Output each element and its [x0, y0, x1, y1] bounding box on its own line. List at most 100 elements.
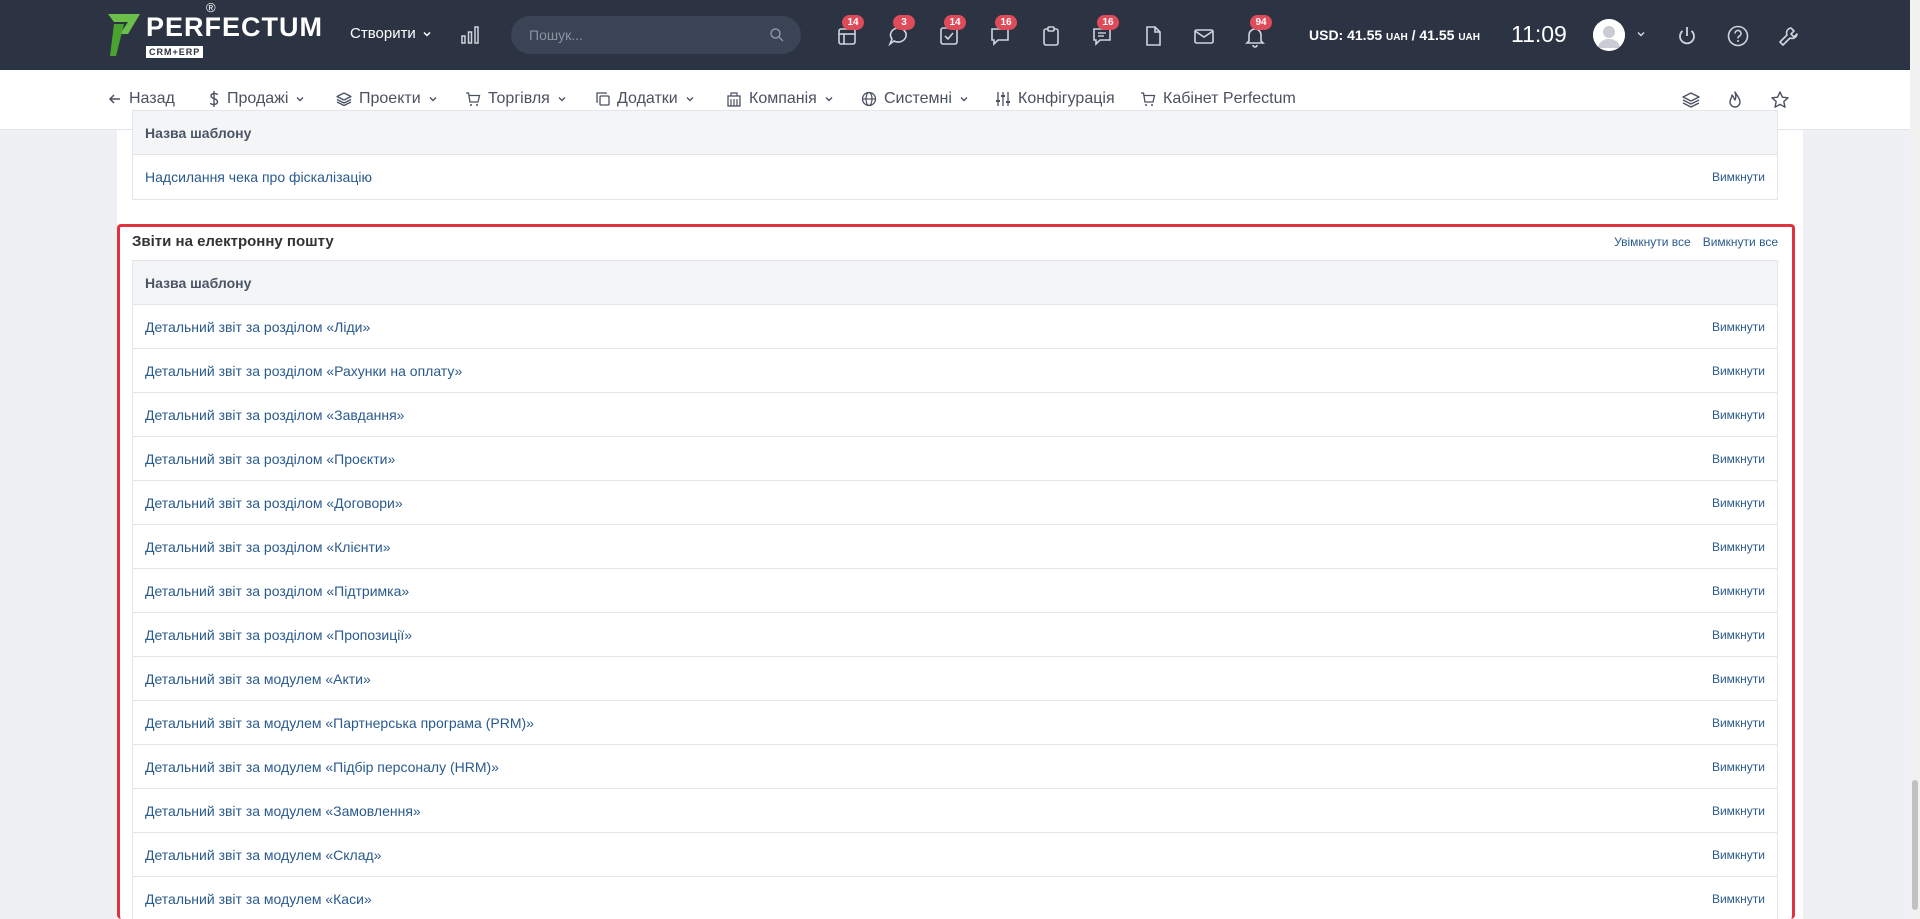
table-row: Детальний звіт за модулем «Каси» Вимкнути [133, 877, 1777, 919]
table-row: Детальний звіт за модулем «Замовлення» Ви… [133, 789, 1777, 833]
disable-link[interactable]: Вимкнути [1712, 760, 1765, 774]
star-icon[interactable] [1770, 90, 1790, 110]
messages-badge: 16 [995, 15, 1017, 30]
arrow-left-icon [108, 94, 120, 104]
table-row: Детальний звіт за розділом «Договори» Вим… [133, 481, 1777, 525]
disable-link[interactable]: Вимкнути [1712, 364, 1765, 378]
disable-link[interactable]: Вимкнути [1712, 170, 1765, 184]
disable-all-link[interactable]: Вимкнути все [1703, 235, 1778, 249]
nav-cabinet[interactable]: Кабінет Perfectum [1140, 90, 1296, 108]
power-icon[interactable] [1675, 24, 1699, 48]
table-row: Надсилання чека про фіскалізацію Вимкнут… [133, 155, 1777, 199]
enable-all-link[interactable]: Увімкнути все [1614, 235, 1691, 249]
messages-icon[interactable]: 16 [988, 15, 1017, 48]
clipboard-icon[interactable] [1039, 24, 1063, 48]
currency-uah-2: UAH [1458, 32, 1480, 43]
disable-link[interactable]: Вимкнути [1712, 584, 1765, 598]
chevron-down-icon[interactable] [1635, 28, 1647, 40]
chevron-down-icon [558, 97, 566, 102]
disable-link[interactable]: Вимкнути [1712, 804, 1765, 818]
nav-company[interactable]: Компанія [726, 90, 834, 108]
nav-trade[interactable]: Торгівля [465, 90, 567, 108]
section-actions: Увімкнути все Вимкнути все [1614, 235, 1778, 249]
nav-projects-label: Проекти [359, 90, 421, 107]
chevron-down-icon [429, 97, 437, 102]
disable-link[interactable]: Вимкнути [1712, 892, 1765, 906]
table-row: Детальний звіт за розділом «Клієнти» Вимк… [133, 525, 1777, 569]
scrollbar-thumb[interactable] [1912, 780, 1918, 910]
disable-link[interactable]: Вимкнути [1712, 496, 1765, 510]
disable-link[interactable]: Вимкнути [1712, 672, 1765, 686]
bell-icon[interactable]: 94 [1243, 15, 1272, 48]
template-name-link[interactable]: Детальний звіт за модулем «Підбір персон… [145, 759, 499, 775]
currency-usd: USD: 41.55 [1309, 27, 1383, 43]
nav-sales[interactable]: Продажі [208, 90, 305, 108]
nav-company-label: Компанія [749, 90, 817, 107]
create-button[interactable]: Створити [350, 25, 432, 42]
nav-addons[interactable]: Додатки [596, 90, 695, 108]
table-row: Детальний звіт за модулем «Склад» Вимкнут… [133, 833, 1777, 877]
help-icon[interactable] [1726, 24, 1750, 48]
nav-sales-label: Продажі [227, 90, 289, 107]
disable-link[interactable]: Вимкнути [1712, 716, 1765, 730]
search-box[interactable] [511, 16, 801, 54]
tasks-icon[interactable]: 14 [937, 15, 966, 48]
document-icon[interactable] [1141, 24, 1165, 48]
brand-name: PERFECTUM [146, 12, 323, 42]
template-name-link[interactable]: Детальний звіт за модулем «Замовлення» [145, 803, 421, 819]
search-input[interactable] [529, 27, 749, 43]
globe-icon [861, 91, 877, 107]
notes-badge: 16 [1097, 15, 1119, 30]
table-header: Назва шаблону [133, 261, 1777, 305]
top-bar: PERFECTUM CRM+ERP ® Створити 14 3 14 16 [0, 0, 1910, 70]
nav-back[interactable]: Назад [108, 90, 175, 108]
nav-config[interactable]: Конфігурація [995, 90, 1115, 108]
disable-link[interactable]: Вимкнути [1712, 452, 1765, 466]
template-name-link[interactable]: Детальний звіт за модулем «Каси» [145, 891, 372, 907]
layers-icon[interactable] [1681, 90, 1701, 110]
chevron-down-icon [296, 97, 304, 102]
top-template-table: Назва шаблону Надсилання чека про фіскал… [132, 110, 1778, 200]
template-name-link[interactable]: Детальний звіт за модулем «Склад» [145, 847, 381, 863]
template-name-link[interactable]: Детальний звіт за модулем «Партнерська п… [145, 715, 534, 731]
stats-chart-icon[interactable] [460, 25, 480, 45]
leads-icon[interactable]: 14 [835, 15, 864, 48]
template-name-link[interactable]: Детальний звіт за розділом «Клієнти» [145, 539, 390, 555]
cart-icon [466, 92, 481, 106]
template-name-link[interactable]: Детальний звіт за розділом «Пропозиції» [145, 627, 412, 643]
template-name-link[interactable]: Детальний звіт за розділом «Договори» [145, 495, 403, 511]
template-name-link[interactable]: Детальний звіт за модулем «Акти» [145, 671, 371, 687]
disable-link[interactable]: Вимкнути [1712, 628, 1765, 642]
template-name-link[interactable]: Детальний звіт за розділом «Проєкти» [145, 451, 395, 467]
disable-link[interactable]: Вимкнути [1712, 408, 1765, 422]
chevron-down-icon [686, 97, 694, 102]
scrollbar[interactable] [1910, 0, 1920, 919]
chevron-down-icon [423, 31, 431, 37]
disable-link[interactable]: Вимкнути [1712, 848, 1765, 862]
template-name-link[interactable]: Детальний звіт за розділом «Завдання» [145, 407, 404, 423]
section-title: Звіти на електронну пошту [132, 233, 334, 250]
currency-separator: / 41.55 [1407, 27, 1455, 43]
template-name-link[interactable]: Детальний звіт за розділом «Підтримка» [145, 583, 409, 599]
wrench-icon[interactable] [1777, 24, 1801, 48]
logo[interactable]: PERFECTUM CRM+ERP [106, 12, 323, 60]
create-label: Створити [350, 25, 416, 42]
disable-link[interactable]: Вимкнути [1712, 540, 1765, 554]
nav-projects[interactable]: Проекти [336, 90, 438, 108]
notes-icon[interactable]: 16 [1090, 15, 1119, 48]
template-name-link[interactable]: Детальний звіт за розділом «Рахунки на о… [145, 363, 462, 379]
table-row: Детальний звіт за модулем «Партнерська п… [133, 701, 1777, 745]
mail-icon[interactable] [1192, 24, 1216, 48]
nav-system[interactable]: Системні [861, 90, 969, 108]
template-name-link[interactable]: Надсилання чека про фіскалізацію [145, 169, 372, 185]
avatar[interactable] [1593, 19, 1625, 51]
template-name-link[interactable]: Детальний звіт за розділом «Ліди» [145, 319, 370, 335]
fire-icon[interactable] [1725, 90, 1745, 110]
disable-link[interactable]: Вимкнути [1712, 320, 1765, 334]
chat-badge: 3 [893, 15, 915, 30]
table-row: Детальний звіт за розділом «Завдання» Вим… [133, 393, 1777, 437]
search-icon[interactable] [769, 27, 785, 43]
column-template-name: Назва шаблону [145, 274, 252, 291]
chat-icon[interactable]: 3 [886, 15, 915, 48]
table-row: Детальний звіт за розділом «Рахунки на о… [133, 349, 1777, 393]
